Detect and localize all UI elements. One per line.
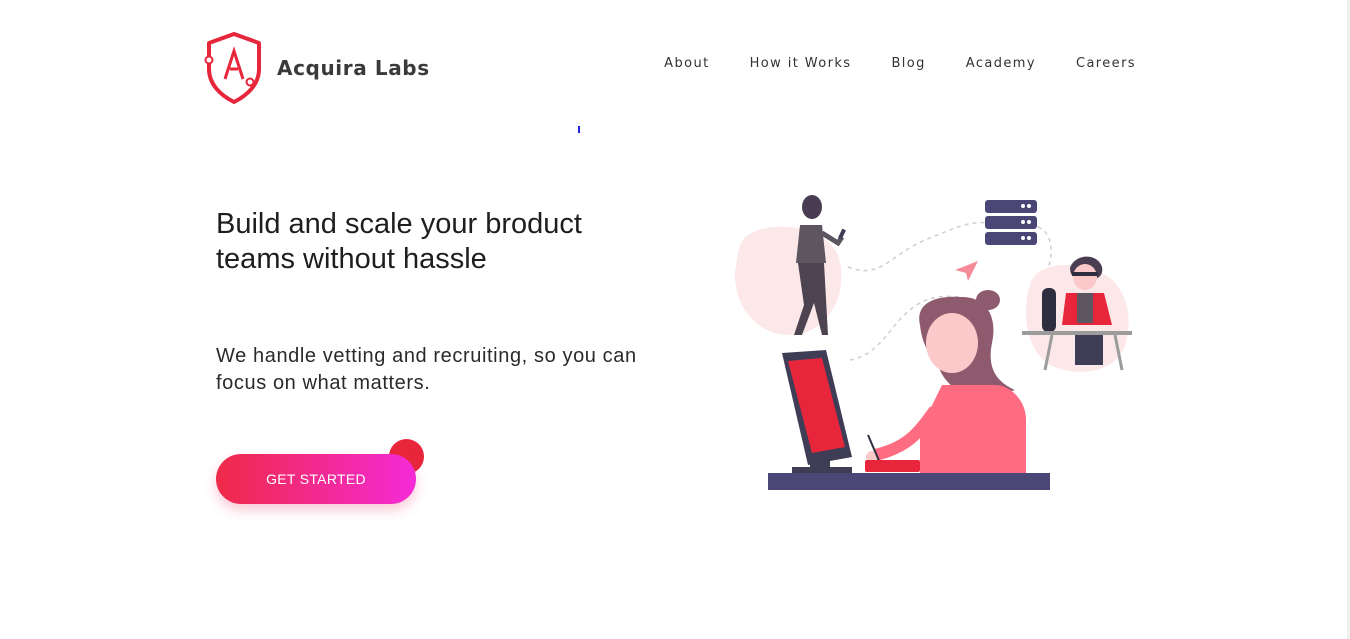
- brand-name: Acquira Labs: [277, 56, 430, 80]
- nav-careers[interactable]: Careers: [1076, 56, 1136, 71]
- nav-academy[interactable]: Academy: [966, 56, 1036, 71]
- nav-about[interactable]: About: [664, 56, 709, 71]
- brand-logo-link[interactable]: Acquira Labs: [204, 31, 430, 105]
- text-cursor-mark: [578, 126, 580, 133]
- hero-headline: Build and scale your broduct teams witho…: [216, 208, 582, 275]
- server-stack-icon: [985, 200, 1037, 245]
- woman-at-computer-figure: [865, 290, 1026, 490]
- main-nav: About How it Works Blog Academy Careers: [664, 56, 1136, 71]
- get-started-button[interactable]: GET STARTED: [216, 454, 416, 504]
- shield-logo-icon: [204, 32, 261, 104]
- nav-blog[interactable]: Blog: [891, 56, 925, 71]
- team-collaboration-illustration: [734, 195, 1132, 490]
- nav-how-it-works[interactable]: How it Works: [750, 56, 852, 71]
- hero-subtext: We handle vetting and recruiting, so you…: [216, 345, 637, 394]
